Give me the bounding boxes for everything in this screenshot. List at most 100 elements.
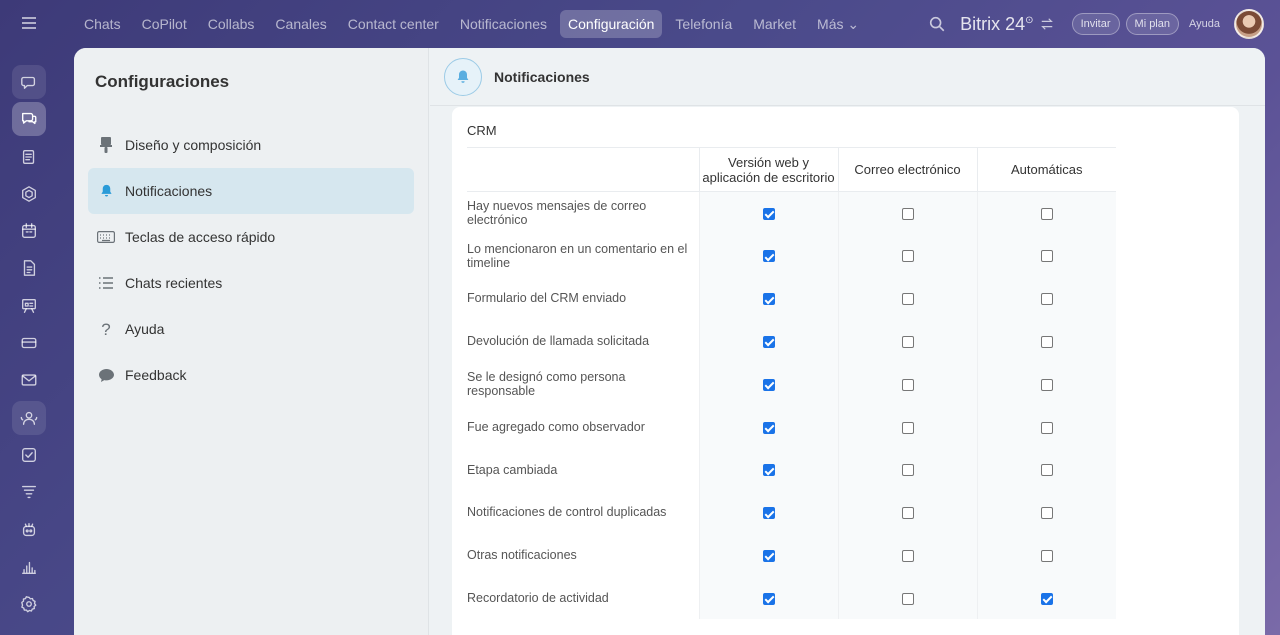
feed-icon[interactable] xyxy=(12,140,46,174)
checkbox-email[interactable] xyxy=(901,592,914,605)
tab-configuración[interactable]: Configuración xyxy=(560,10,663,38)
checkbox-email[interactable] xyxy=(901,507,914,520)
tab-telefonía[interactable]: Telefonía xyxy=(667,10,740,38)
checkbox-auto[interactable] xyxy=(1040,378,1053,391)
card-icon[interactable] xyxy=(12,326,46,360)
brand-logo[interactable]: Bitrix 24⊙ xyxy=(960,14,1033,35)
checkbox-email[interactable] xyxy=(901,250,914,263)
tab-market[interactable]: Market xyxy=(745,10,804,38)
checkbox-auto[interactable] xyxy=(1040,421,1053,434)
checkbox-auto[interactable] xyxy=(1040,507,1053,520)
cell-email xyxy=(837,319,977,363)
checkbox-web[interactable] xyxy=(762,507,775,520)
tab-notificaciones[interactable]: Notificaciones xyxy=(452,10,555,38)
hamburger-menu-icon[interactable] xyxy=(13,7,45,39)
checkbox-web[interactable] xyxy=(762,207,775,220)
sidebar-item-recent-chats[interactable]: Chats recientes xyxy=(88,260,414,306)
sidebar-item-help[interactable]: ? Ayuda xyxy=(88,306,414,352)
chart-icon[interactable] xyxy=(12,550,46,584)
hexagon-icon[interactable] xyxy=(12,177,46,211)
checkbox-web[interactable] xyxy=(762,421,775,434)
search-icon[interactable] xyxy=(928,15,946,33)
checkbox-web[interactable] xyxy=(762,549,775,562)
invite-button[interactable]: Invitar xyxy=(1071,13,1120,35)
table-row: Formulario del CRM enviado xyxy=(467,277,1116,320)
checkbox-auto[interactable] xyxy=(1040,250,1053,263)
cell-auto xyxy=(976,405,1116,449)
checkbox-auto[interactable] xyxy=(1040,293,1053,306)
checkbox-email[interactable] xyxy=(901,421,914,434)
tab-más[interactable]: Más ⌄ xyxy=(809,10,867,39)
filter-icon[interactable] xyxy=(12,475,46,509)
checkbox-web[interactable] xyxy=(762,464,775,477)
document-icon[interactable] xyxy=(12,251,46,285)
checkbox-email[interactable] xyxy=(901,378,914,391)
checkbox-web[interactable] xyxy=(762,335,775,348)
checkbox-web[interactable] xyxy=(762,592,775,605)
cell-web xyxy=(698,448,838,492)
calendar-icon[interactable] xyxy=(12,214,46,248)
cell-web xyxy=(698,491,838,534)
avatar[interactable] xyxy=(1234,9,1264,39)
keyboard-icon xyxy=(97,228,115,246)
tab-collabs[interactable]: Collabs xyxy=(200,10,263,38)
sidebar-item-shortcuts[interactable]: Teclas de acceso rápido xyxy=(88,214,414,260)
settings-sidebar: Configuraciones Diseño y composición Noti… xyxy=(74,48,429,635)
checkbox-web[interactable] xyxy=(762,378,775,391)
checkbox-auto[interactable] xyxy=(1040,592,1053,605)
cell-email xyxy=(837,533,977,577)
bell-icon xyxy=(97,182,115,200)
brand-name: Bitrix 24 xyxy=(960,13,1026,34)
checkbox-email[interactable] xyxy=(901,207,914,220)
table-row: Se le designó como persona responsable xyxy=(467,362,1116,406)
column-header-auto: Automáticas xyxy=(976,147,1116,192)
tab-contact-center[interactable]: Contact center xyxy=(340,10,447,38)
task-icon[interactable] xyxy=(12,438,46,472)
checkbox-email[interactable] xyxy=(901,293,914,306)
board-icon[interactable] xyxy=(12,289,46,323)
row-label: Devolución de llamada solicitada xyxy=(467,334,650,349)
tab-chats[interactable]: Chats xyxy=(76,10,129,38)
chat-bubble-icon[interactable] xyxy=(12,65,46,99)
cell-web xyxy=(698,405,838,449)
table-row: Otras notificaciones xyxy=(467,533,1116,577)
cell-email xyxy=(837,405,977,449)
checkbox-auto[interactable] xyxy=(1040,207,1053,220)
robot-icon[interactable] xyxy=(12,513,46,547)
settings-menu: Diseño y composición Notificaciones Teclas… xyxy=(74,122,428,398)
help-link[interactable]: Ayuda xyxy=(1189,18,1220,30)
content-header: Notificaciones xyxy=(430,48,1265,106)
top-bar: Chats CoPilot Collabs Canales Contact center… xyxy=(58,0,1280,48)
row-label: Se le designó como persona responsable xyxy=(467,370,626,399)
checkbox-email[interactable] xyxy=(901,549,914,562)
top-nav: Chats CoPilot Collabs Canales Contact center… xyxy=(76,10,872,39)
tab-copilot[interactable]: CoPilot xyxy=(134,10,195,38)
my-plan-button[interactable]: Mi plan xyxy=(1125,13,1179,35)
checkbox-email[interactable] xyxy=(901,335,914,348)
cell-email xyxy=(837,576,977,620)
table-row: Lo mencionaron en un comentario en el ti… xyxy=(467,234,1116,278)
settings-icon[interactable] xyxy=(12,587,46,621)
cell-web xyxy=(698,576,838,620)
sidebar-item-label: Diseño y composición xyxy=(125,137,262,153)
checkbox-auto[interactable] xyxy=(1040,335,1053,348)
checkbox-auto[interactable] xyxy=(1040,549,1053,562)
tab-canales[interactable]: Canales xyxy=(267,10,334,38)
table-row: Devolución de llamada solicitada xyxy=(467,319,1116,363)
table-row: Etapa cambiada xyxy=(467,448,1116,492)
cell-auto xyxy=(976,319,1116,363)
mail-icon[interactable] xyxy=(12,363,46,397)
checkbox-web[interactable] xyxy=(762,293,775,306)
swap-icon[interactable] xyxy=(1040,17,1054,31)
table-row: Recordatorio de actividad xyxy=(467,576,1116,620)
sidebar-item-notifications[interactable]: Notificaciones xyxy=(88,168,414,214)
checkbox-auto[interactable] xyxy=(1040,464,1053,477)
checkbox-web[interactable] xyxy=(762,250,775,263)
chats-icon[interactable] xyxy=(12,102,46,137)
row-label: Recordatorio de actividad xyxy=(467,591,609,606)
group-icon[interactable] xyxy=(12,400,46,435)
sidebar-item-design[interactable]: Diseño y composición xyxy=(88,122,414,168)
cell-web xyxy=(698,362,838,406)
checkbox-email[interactable] xyxy=(901,464,914,477)
sidebar-item-feedback[interactable]: Feedback xyxy=(88,352,414,398)
